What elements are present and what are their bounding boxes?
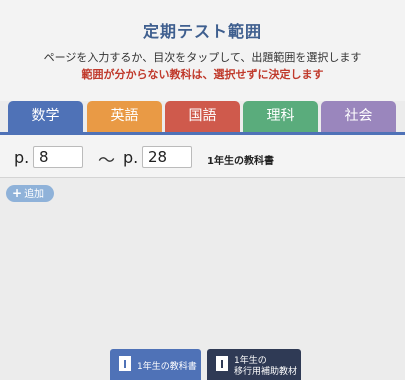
book-icon: [119, 356, 131, 371]
warning-text: 範囲が分からない教科は、選択せずに決定します: [81, 68, 324, 81]
from-page-input[interactable]: 8: [33, 146, 83, 168]
textbook-label: 1年生の教科書: [207, 156, 274, 167]
instruction-text: ページを入力するか、目次をタップして、出題範囲を選択します: [43, 51, 362, 64]
textbook-button-label: 1年生の教科書: [137, 362, 197, 372]
add-button-label: 追加: [24, 189, 45, 200]
tab-english[interactable]: 英語: [87, 101, 162, 133]
page-title: 定期テスト範囲: [142, 22, 262, 41]
subject-tabs: 数学 英語 国語 理科 社会: [8, 101, 405, 133]
header: 定期テスト範囲 ページを入力するか、目次をタップして、出題範囲を選択します 範囲…: [0, 0, 405, 101]
to-page-prefix: p.: [123, 148, 139, 167]
transition-material-button[interactable]: 1年生の 移行用補助教材: [207, 349, 301, 380]
from-page-prefix: p.: [14, 148, 30, 167]
plus-icon: +: [12, 186, 23, 200]
tab-japanese[interactable]: 国語: [165, 101, 240, 133]
book-icon: [216, 356, 228, 371]
add-range-button[interactable]: + 追加: [6, 185, 54, 202]
textbook-button[interactable]: 1年生の教科書: [110, 349, 201, 380]
range-separator: ～: [98, 151, 115, 171]
tab-science[interactable]: 理科: [243, 101, 318, 133]
to-page-input[interactable]: 28: [142, 146, 192, 168]
tab-social[interactable]: 社会: [321, 101, 396, 133]
tab-math[interactable]: 数学: [8, 101, 83, 133]
transition-button-line2: 移行用補助教材: [234, 367, 298, 377]
